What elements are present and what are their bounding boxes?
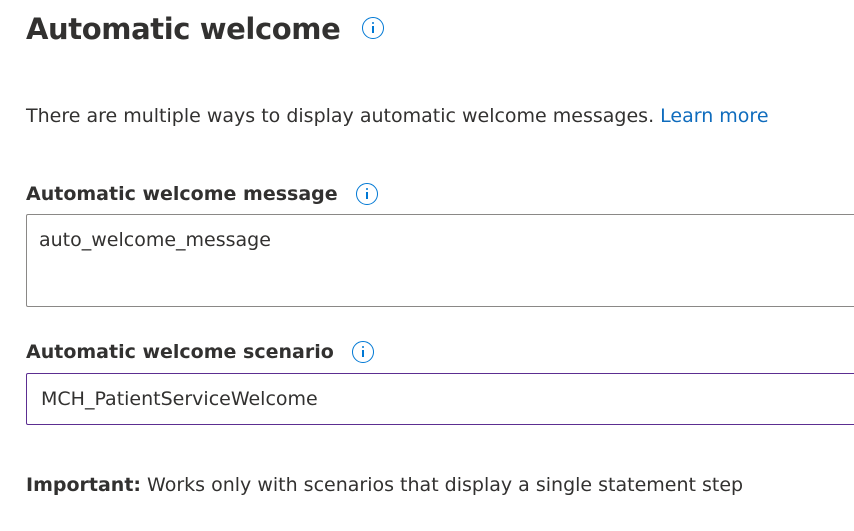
welcome-scenario-label-row: Automatic welcome scenario [26, 341, 374, 363]
page-title: Automatic welcome [26, 12, 341, 46]
welcome-scenario-label: Automatic welcome scenario [26, 341, 334, 363]
welcome-message-info-icon[interactable] [355, 183, 378, 205]
important-note-prefix: Important: [26, 474, 142, 496]
title-info-icon[interactable] [362, 16, 385, 39]
welcome-message-label-row: Automatic welcome message [26, 183, 378, 205]
welcome-scenario-input[interactable]: MCH_PatientServiceWelcome [26, 373, 854, 425]
welcome-message-label: Automatic welcome message [26, 183, 338, 205]
title-row: Automatic welcome [26, 12, 385, 46]
important-note-text: Works only with scenarios that display a… [141, 474, 744, 496]
description: There are multiple ways to display autom… [26, 105, 769, 127]
welcome-scenario-info-icon[interactable] [351, 341, 374, 363]
automatic-welcome-panel: Automatic welcome There are multiple way… [0, 0, 854, 531]
welcome-message-value: auto_welcome_message [39, 229, 271, 251]
learn-more-link[interactable]: Learn more [660, 105, 768, 127]
description-text: There are multiple ways to display autom… [26, 105, 661, 127]
welcome-message-textarea[interactable]: auto_welcome_message [26, 214, 854, 307]
welcome-scenario-value: MCH_PatientServiceWelcome [41, 388, 318, 410]
important-note: Important: Works only with scenarios tha… [26, 474, 743, 496]
